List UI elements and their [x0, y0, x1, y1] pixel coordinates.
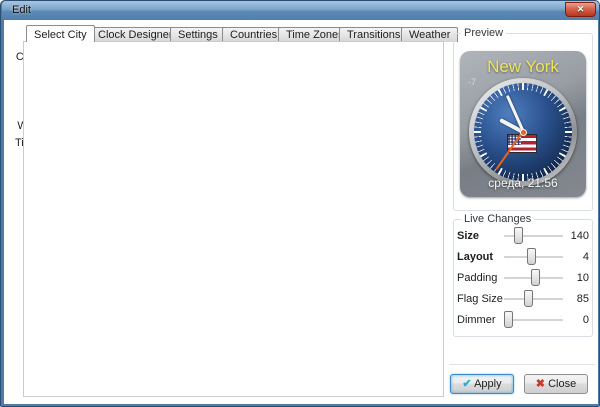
flag-size-slider[interactable]	[504, 290, 563, 307]
padding-slider-label: Padding	[457, 272, 504, 284]
size-slider-thumb[interactable]	[514, 227, 523, 244]
size-slider-value: 140	[563, 230, 589, 242]
live-changes-sliders: Size 140 Layout 4 Padding 10 Flag Size 8…	[457, 225, 589, 330]
close-label: Close	[548, 378, 576, 390]
dimmer-slider[interactable]	[504, 311, 563, 328]
apply-button[interactable]: ✔ Apply	[450, 374, 514, 394]
clock-face	[474, 83, 572, 181]
layout-slider-label: Layout	[457, 251, 504, 263]
size-slider[interactable]	[504, 227, 563, 244]
slider-row-size: Size 140	[457, 225, 589, 246]
widget-utc-offset: -7	[468, 77, 476, 87]
title-bar[interactable]: Edit ✕	[2, 1, 600, 20]
close-button[interactable]: ✖ Close	[524, 374, 588, 394]
preview-group-title: Preview	[461, 27, 506, 39]
clock-center-cap	[520, 129, 527, 136]
slider-row-padding: Padding 10	[457, 267, 589, 288]
cross-icon: ✖	[536, 378, 545, 390]
button-row-separator	[449, 364, 595, 365]
tab-settings[interactable]: Settings	[170, 27, 226, 42]
dimmer-slider-value: 0	[563, 314, 589, 326]
slider-row-dimmer: Dimmer 0	[457, 309, 589, 330]
dimmer-slider-label: Dimmer	[457, 314, 504, 326]
flag-size-slider-label: Flag Size	[457, 293, 504, 305]
tab-clock-designer[interactable]: Clock Designer	[90, 27, 181, 42]
close-icon: ✕	[577, 4, 585, 14]
flag-size-slider-value: 85	[563, 293, 589, 305]
widget-city-name: New York	[460, 57, 586, 77]
padding-slider[interactable]	[504, 269, 563, 286]
edit-dialog: Edit ✕ Select City Clock Designer Settin…	[0, 0, 600, 407]
size-slider-label: Size	[457, 230, 504, 242]
live-changes-title: Live Changes	[461, 213, 534, 225]
widget-datetime: среда, 21:56	[460, 176, 586, 190]
tab-countries[interactable]: Countries	[222, 27, 285, 42]
clock-flag-us	[507, 134, 537, 153]
slider-row-flag-size: Flag Size 85	[457, 288, 589, 309]
tab-select-city[interactable]: Select City	[26, 25, 95, 42]
padding-slider-thumb[interactable]	[531, 269, 540, 286]
apply-label: Apply	[474, 378, 502, 390]
clock-bezel	[469, 78, 577, 186]
tab-transitions[interactable]: Transitions	[339, 27, 408, 42]
tab-weather[interactable]: Weather	[401, 27, 458, 42]
window-close-button[interactable]: ✕	[565, 2, 596, 17]
dimmer-slider-thumb[interactable]	[504, 311, 513, 328]
window-title: Edit	[12, 4, 31, 16]
slider-row-layout: Layout 4	[457, 246, 589, 267]
layout-slider-value: 4	[563, 251, 589, 263]
flag-size-slider-thumb[interactable]	[524, 290, 533, 307]
select-city-tab-page	[23, 41, 444, 397]
layout-slider-thumb[interactable]	[527, 248, 536, 265]
check-icon: ✔	[462, 378, 471, 390]
padding-slider-value: 10	[563, 272, 589, 284]
layout-slider[interactable]	[504, 248, 563, 265]
clock-widget-preview: New York -7 среда, 21:56	[460, 51, 586, 197]
